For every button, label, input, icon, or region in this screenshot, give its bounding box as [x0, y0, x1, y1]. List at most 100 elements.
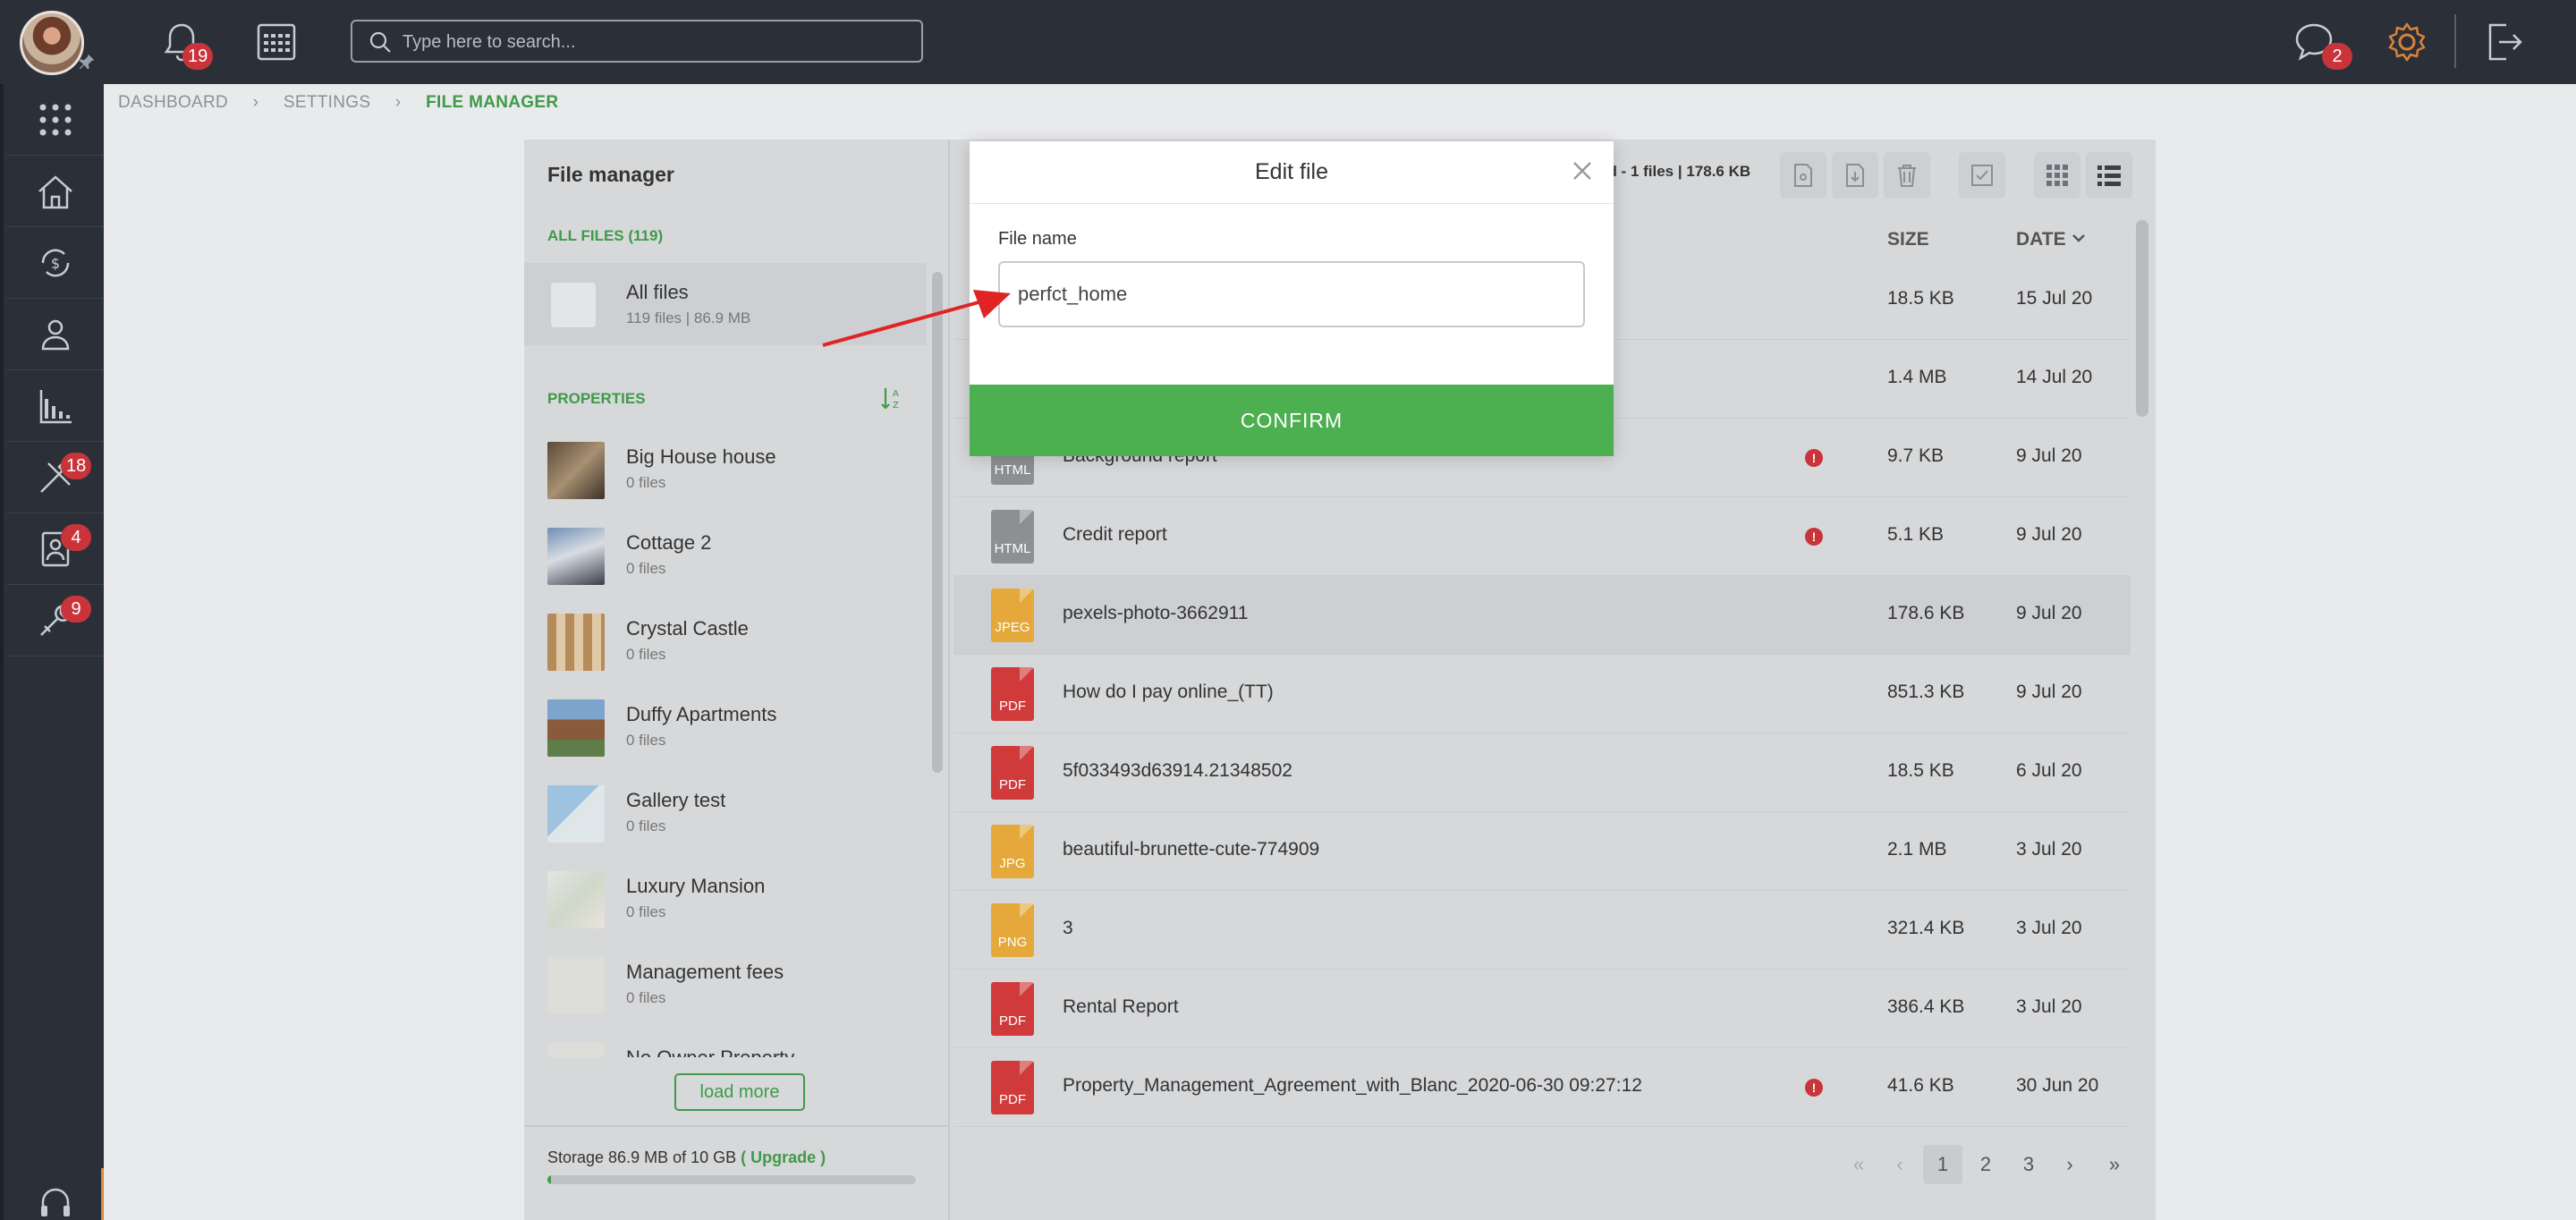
file-size: 1.4 MB: [1887, 367, 1947, 387]
select-all-button[interactable]: [1959, 152, 2005, 199]
file-date: 15 Jul 20: [2016, 288, 2093, 309]
file-row[interactable]: PDF Rental Report 386.4 KB 3 Jul 20: [953, 970, 2131, 1048]
support-button[interactable]: [7, 1168, 104, 1220]
pin-icon: [79, 54, 95, 70]
sidebar-item-apps[interactable]: [7, 84, 104, 156]
confirm-button[interactable]: CONFIRM: [970, 385, 1614, 456]
file-name-input[interactable]: [998, 261, 1585, 327]
property-thumbnail: [547, 614, 605, 671]
prev-page-button[interactable]: ‹: [1884, 1145, 1916, 1184]
file-row[interactable]: PDF Property_Management_Agreement_with_Bl…: [953, 1048, 2131, 1127]
storage-info: Storage 86.9 MB of 10 GB ( Upgrade ): [547, 1148, 826, 1167]
notifications-button[interactable]: 19: [157, 18, 214, 70]
file-size: 18.5 KB: [1887, 288, 1954, 309]
search-input[interactable]: [402, 27, 903, 57]
last-page-button[interactable]: »: [2098, 1145, 2131, 1184]
size-column-header[interactable]: SIZE: [1887, 229, 1929, 250]
money-cycle-icon: $: [41, 249, 70, 277]
file-name: Credit report: [1063, 524, 1167, 545]
file-corner: [1020, 510, 1034, 524]
file-name: How do I pay online_(TT): [1063, 682, 1274, 702]
file-row[interactable]: PDF 5f033493d63914.21348502 18.5 KB 6 Jul 2…: [953, 733, 2131, 812]
sidebar-item-maintenance[interactable]: 18: [7, 442, 104, 513]
sidebar-item-services[interactable]: 9: [7, 585, 104, 657]
file-type-icon: HTML: [991, 510, 1034, 563]
upgrade-link[interactable]: ( Upgrade ): [741, 1148, 826, 1166]
property-name: Crystal Castle: [626, 617, 749, 640]
breadcrumb-file-manager: FILE MANAGER: [426, 93, 559, 112]
file-row[interactable]: PNG 3 321.4 KB 3 Jul 20: [953, 891, 2131, 970]
property-meta: 0 files: [626, 474, 666, 491]
messages-button[interactable]: 2: [2290, 18, 2352, 70]
page-2-button[interactable]: 2: [1968, 1145, 2004, 1184]
list-view-button[interactable]: [2086, 152, 2132, 199]
sidebar-item-tenants[interactable]: 4: [7, 513, 104, 585]
file-type-icon: PNG: [991, 903, 1034, 957]
first-page-button[interactable]: «: [1843, 1145, 1875, 1184]
property-item[interactable]: Management fees 0 files: [524, 945, 927, 1030]
file-corner: [1020, 746, 1034, 760]
page-1-button[interactable]: 1: [1923, 1145, 1962, 1184]
sidebar-item-properties[interactable]: [7, 156, 104, 227]
sidebar-item-finance[interactable]: $: [7, 227, 104, 299]
close-icon[interactable]: [1569, 157, 1596, 184]
file-name: beautiful-brunette-cute-774909: [1063, 839, 1320, 860]
tenants-badge: 4: [61, 524, 91, 551]
file-size: 41.6 KB: [1887, 1075, 1954, 1096]
eye-document-icon: [1794, 164, 1812, 187]
property-item[interactable]: Cottage 2 0 files: [524, 515, 927, 601]
all-files-header: ALL FILES (119): [547, 227, 664, 244]
maintenance-badge: 18: [61, 453, 92, 479]
property-meta: 0 files: [626, 989, 666, 1006]
logout-button[interactable]: [2479, 18, 2528, 66]
page-3-button[interactable]: 3: [2011, 1145, 2046, 1184]
modal-title: Edit file: [1255, 159, 1328, 184]
property-item[interactable]: Duffy Apartments 0 files: [524, 687, 927, 773]
preview-button[interactable]: [1780, 152, 1826, 199]
property-item[interactable]: Luxury Mansion 0 files: [524, 859, 927, 945]
file-name: Property_Management_Agreement_with_Blanc…: [1063, 1075, 1642, 1096]
storage-progress-fill: [547, 1175, 551, 1184]
house-icon: [38, 175, 72, 209]
property-item[interactable]: Crystal Castle 0 files: [524, 601, 927, 687]
date-column-label: DATE: [2016, 229, 2066, 250]
next-page-button[interactable]: ›: [2054, 1145, 2086, 1184]
download-button[interactable]: [1832, 152, 1878, 199]
sort-az-icon[interactable]: AZ: [878, 385, 905, 411]
file-row[interactable]: JPG beautiful-brunette-cute-774909 2.1 MB 3…: [953, 812, 2131, 891]
file-name: pexels-photo-3662911: [1063, 603, 1249, 623]
search-box[interactable]: [351, 20, 923, 63]
file-row[interactable]: HTML Credit report! 5.1 KB 9 Jul 20: [953, 497, 2131, 576]
file-name: 5f033493d63914.21348502: [1063, 760, 1292, 781]
property-name: Management fees: [626, 961, 784, 983]
calendar-button[interactable]: [252, 18, 301, 66]
modal-header: Edit file: [970, 141, 1614, 204]
grid-view-button[interactable]: [2034, 152, 2080, 199]
file-type-label: JPG: [999, 856, 1026, 871]
user-avatar[interactable]: [20, 11, 84, 75]
svg-text:$: $: [51, 255, 60, 272]
breadcrumb-dashboard[interactable]: DASHBOARD: [118, 93, 228, 112]
file-row[interactable]: PDF How do I pay online_(TT) 851.3 KB 9 Jul…: [953, 655, 2131, 733]
property-thumbnail: [547, 528, 605, 585]
load-more-button[interactable]: load more: [674, 1073, 805, 1111]
property-name: Cottage 2: [626, 531, 712, 554]
sidebar-item-reports[interactable]: [7, 370, 104, 442]
delete-button[interactable]: [1884, 152, 1930, 199]
file-size: 386.4 KB: [1887, 996, 1965, 1017]
property-thumbnail: [547, 442, 605, 499]
property-item[interactable]: No Owner Property: [524, 1030, 927, 1057]
apps-grid-icon: [39, 104, 72, 136]
property-name: Big House house: [626, 445, 776, 468]
file-size: 5.1 KB: [1887, 524, 1945, 545]
files-scrollbar[interactable]: [2136, 220, 2148, 417]
settings-button[interactable]: [2383, 18, 2431, 66]
file-manager-title: File manager: [547, 163, 674, 186]
breadcrumb-settings[interactable]: SETTINGS: [284, 93, 370, 112]
property-item[interactable]: Big House house 0 files: [524, 429, 927, 515]
file-name: 3: [1063, 918, 1073, 938]
date-column-header[interactable]: DATE: [2016, 229, 2087, 250]
sidebar-item-contacts[interactable]: [7, 299, 104, 370]
file-row[interactable]: JPEG pexels-photo-3662911 178.6 KB 9 Jul 20: [953, 576, 2131, 655]
property-item[interactable]: Gallery test 0 files: [524, 773, 927, 859]
